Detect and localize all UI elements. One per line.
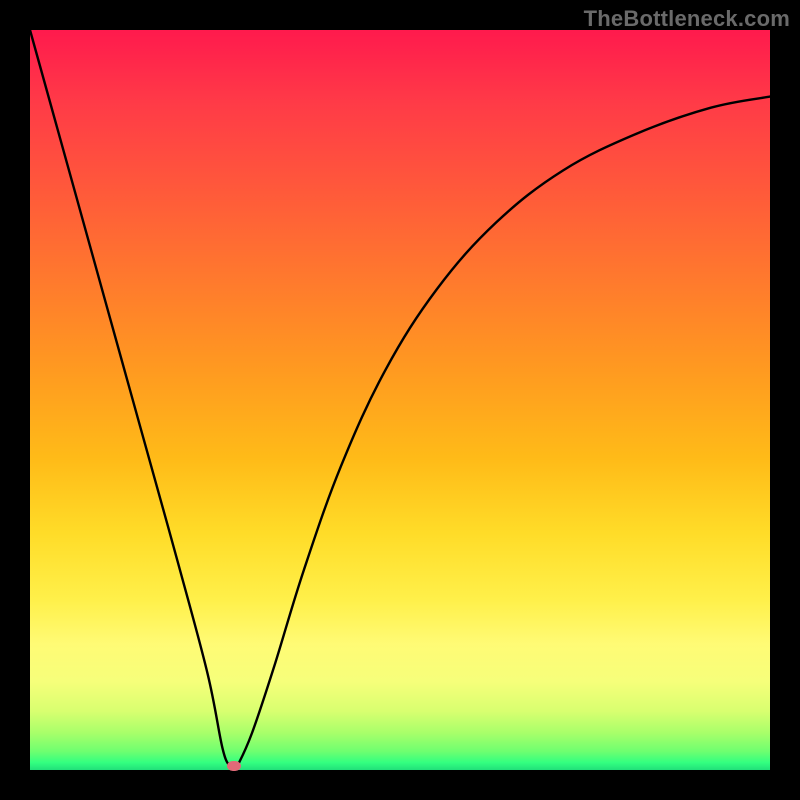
plot-area xyxy=(30,30,770,770)
watermark-text: TheBottleneck.com xyxy=(584,6,790,32)
minimum-marker xyxy=(227,761,241,771)
bottleneck-curve xyxy=(30,30,770,770)
chart-frame: TheBottleneck.com xyxy=(0,0,800,800)
